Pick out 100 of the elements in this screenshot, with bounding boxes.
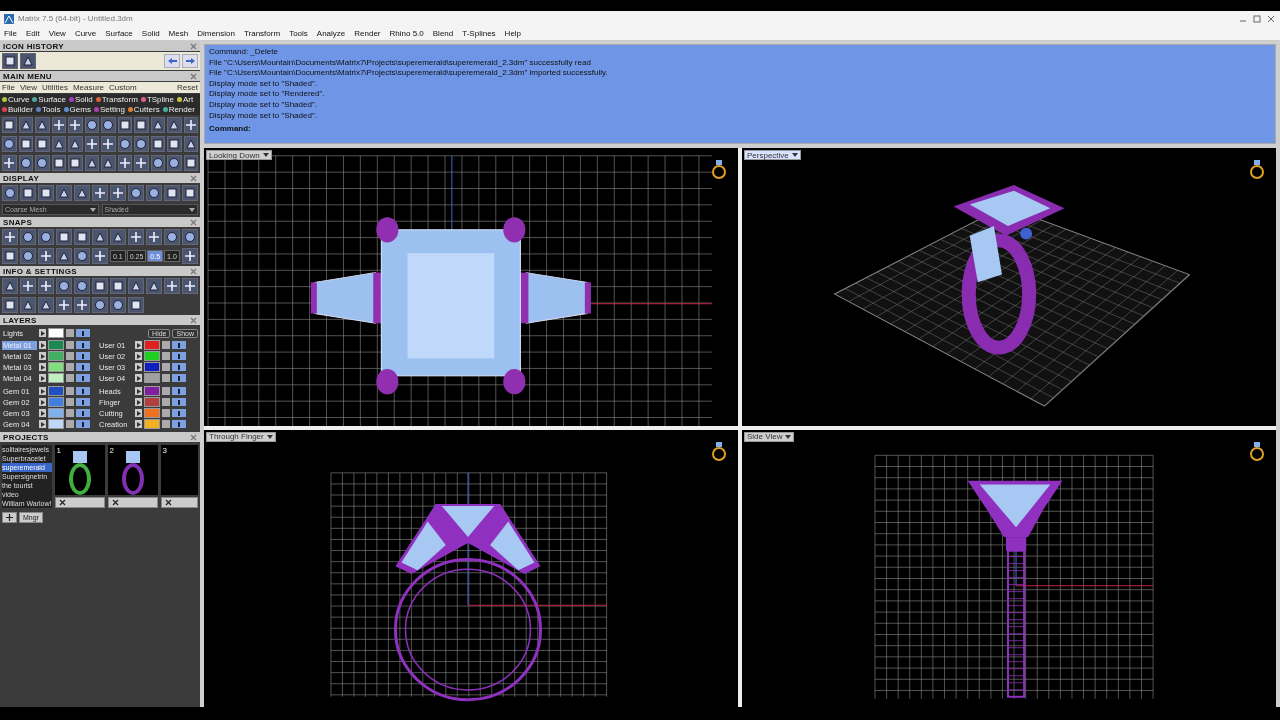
tool-icon[interactable] bbox=[146, 229, 162, 245]
tool-icon[interactable] bbox=[134, 155, 149, 171]
tool-icon[interactable] bbox=[101, 155, 116, 171]
play-icon[interactable] bbox=[39, 352, 46, 360]
tool-icon[interactable] bbox=[20, 297, 36, 313]
tool-icon[interactable] bbox=[2, 117, 17, 133]
play-icon[interactable] bbox=[39, 387, 46, 395]
tool-icon[interactable] bbox=[68, 155, 83, 171]
tool-icon[interactable] bbox=[182, 278, 198, 294]
tool-icon[interactable] bbox=[146, 278, 162, 294]
menu-item[interactable]: Mesh bbox=[168, 28, 189, 38]
tool-icon[interactable] bbox=[2, 297, 18, 313]
menu-item[interactable]: Dimension bbox=[197, 28, 235, 38]
tool-icon[interactable] bbox=[117, 155, 132, 171]
restore-icon[interactable] bbox=[1252, 14, 1262, 23]
tool-icon[interactable] bbox=[2, 229, 18, 245]
visibility-toggle[interactable] bbox=[76, 352, 90, 360]
tool-icon[interactable] bbox=[84, 155, 99, 171]
visibility-toggle[interactable] bbox=[76, 341, 90, 349]
tool-icon[interactable] bbox=[74, 248, 90, 264]
tool-icon[interactable] bbox=[117, 136, 132, 152]
viewport-tab[interactable]: Through Finger bbox=[206, 431, 276, 442]
play-icon[interactable] bbox=[135, 387, 142, 395]
color-swatch[interactable] bbox=[48, 373, 64, 383]
tool-icon[interactable] bbox=[68, 117, 83, 133]
tool-icon[interactable] bbox=[56, 278, 72, 294]
project-thumbnail[interactable]: 3 bbox=[160, 445, 198, 495]
menu-item[interactable]: Custom bbox=[109, 83, 137, 92]
menu-item[interactable]: View bbox=[19, 83, 38, 92]
close-icon[interactable] bbox=[190, 174, 197, 182]
visibility-toggle[interactable] bbox=[76, 374, 90, 382]
tool-icon[interactable] bbox=[110, 185, 126, 201]
tool-icon[interactable] bbox=[38, 248, 54, 264]
tool-icon[interactable] bbox=[2, 136, 17, 152]
tool-icon[interactable] bbox=[101, 136, 116, 152]
ring-icon[interactable] bbox=[1250, 158, 1264, 180]
tool-icon[interactable] bbox=[134, 136, 149, 152]
menu-item[interactable]: Measure bbox=[72, 83, 104, 92]
color-swatch[interactable] bbox=[144, 373, 160, 383]
menu-item[interactable]: Blend bbox=[432, 28, 454, 38]
play-icon[interactable] bbox=[135, 409, 142, 417]
tool-icon[interactable] bbox=[74, 185, 90, 201]
tool-icon[interactable] bbox=[181, 248, 198, 264]
tool-icon[interactable] bbox=[20, 278, 36, 294]
tool-icon[interactable] bbox=[134, 117, 149, 133]
tool-icon[interactable] bbox=[2, 278, 18, 294]
tool-icon[interactable] bbox=[92, 278, 108, 294]
tool-icon[interactable] bbox=[38, 185, 54, 201]
viewport-tab[interactable]: Side View bbox=[744, 431, 795, 442]
viewport-tab[interactable]: Perspective bbox=[744, 150, 801, 160]
tool-icon[interactable] bbox=[117, 117, 132, 133]
menu-item[interactable]: Utilities bbox=[42, 83, 68, 92]
visibility-toggle[interactable] bbox=[172, 409, 186, 417]
menu-item[interactable]: File bbox=[4, 28, 17, 38]
play-icon[interactable] bbox=[39, 363, 46, 371]
tool-icon[interactable] bbox=[92, 297, 108, 313]
project-thumbnail[interactable]: 1 bbox=[54, 445, 105, 495]
tool-icon[interactable] bbox=[2, 185, 18, 201]
tool-icon[interactable] bbox=[51, 117, 66, 133]
play-icon[interactable] bbox=[39, 374, 46, 382]
tool-icon[interactable] bbox=[128, 229, 144, 245]
tool-icon[interactable] bbox=[110, 297, 126, 313]
tool-icon[interactable] bbox=[20, 229, 36, 245]
close-icon[interactable] bbox=[190, 72, 197, 80]
category-tab[interactable]: Render bbox=[162, 105, 195, 114]
tool-icon[interactable] bbox=[182, 229, 198, 245]
play-icon[interactable] bbox=[39, 329, 46, 337]
tool-icon[interactable] bbox=[128, 278, 144, 294]
category-tab[interactable]: Curve bbox=[2, 95, 30, 104]
tool-icon[interactable] bbox=[2, 53, 18, 69]
tool-icon[interactable] bbox=[68, 136, 83, 152]
viewport-tab[interactable]: Looking Down bbox=[206, 150, 272, 160]
menu-item[interactable]: T-Splines bbox=[462, 28, 496, 38]
color-swatch[interactable] bbox=[48, 340, 64, 350]
tool-icon[interactable] bbox=[92, 185, 108, 201]
tool-icon[interactable] bbox=[84, 136, 99, 152]
tool-icon[interactable] bbox=[35, 155, 50, 171]
category-tab[interactable]: Cutters bbox=[127, 105, 160, 114]
menu-item[interactable]: Curve bbox=[74, 28, 97, 38]
reset-link[interactable]: Reset bbox=[177, 83, 198, 92]
close-icon[interactable] bbox=[190, 267, 197, 275]
menu-item[interactable]: Surface bbox=[105, 28, 133, 38]
tool-icon[interactable] bbox=[84, 117, 99, 133]
tool-icon[interactable] bbox=[56, 297, 72, 313]
color-swatch[interactable] bbox=[144, 362, 160, 372]
play-icon[interactable] bbox=[39, 341, 46, 349]
color-swatch[interactable] bbox=[48, 328, 64, 338]
tool-icon[interactable] bbox=[56, 229, 72, 245]
menu-item[interactable]: Rhino 5.0 bbox=[389, 28, 424, 38]
tool-icon[interactable] bbox=[35, 117, 50, 133]
visibility-toggle[interactable] bbox=[76, 420, 90, 428]
color-swatch[interactable] bbox=[144, 386, 160, 396]
category-tab[interactable]: Surface bbox=[32, 95, 66, 104]
tool-icon[interactable] bbox=[150, 117, 165, 133]
menu-item[interactable]: File bbox=[2, 83, 15, 92]
tool-icon[interactable] bbox=[92, 229, 108, 245]
visibility-toggle[interactable] bbox=[76, 409, 90, 417]
close-icon[interactable] bbox=[190, 316, 197, 324]
tool-icon[interactable] bbox=[92, 248, 108, 264]
color-swatch[interactable] bbox=[144, 408, 160, 418]
